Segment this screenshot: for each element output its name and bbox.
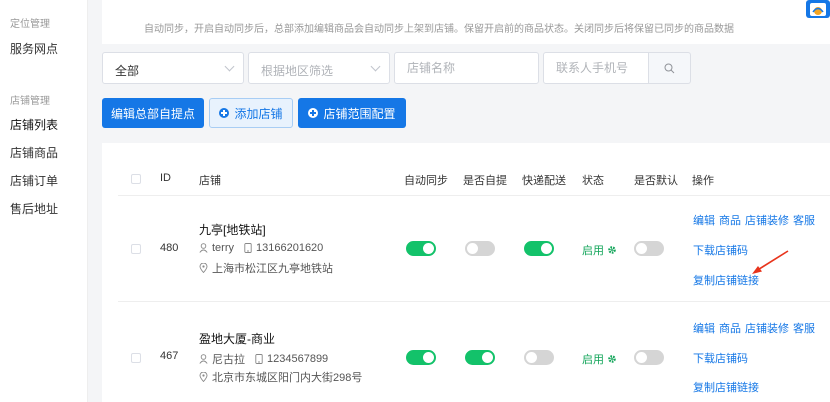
plus-circle-icon (219, 108, 230, 118)
edit-pickup-label: 编辑总部自提点 (110, 106, 195, 121)
address-text: 北京市东城区阳门内大街298号 (212, 372, 363, 384)
edit-link[interactable]: 编辑 (693, 320, 715, 336)
copy-link-link[interactable]: 复制店铺链接 (693, 379, 759, 395)
header-express: 快递配送 (522, 175, 566, 187)
sidebar: 定位管理 服务网点 店铺管理 店铺列表 店铺商品 店铺订单 售后地址 (0, 0, 88, 402)
search-icon (664, 63, 675, 74)
header-status: 状态 (582, 175, 604, 187)
phone-icon (255, 354, 263, 364)
status-badge[interactable]: 启用 (582, 242, 617, 258)
type-select[interactable]: 全部 (102, 52, 244, 84)
sidebar-group-store: 店铺管理 (10, 96, 50, 107)
store-name-field[interactable] (395, 53, 538, 83)
notice-text: 自动同步，开启自动同步后，总部添加编辑商品会自动同步上架到店铺。保留开启前的商品… (144, 24, 734, 35)
gear-icon (608, 246, 616, 254)
store-contact: terry 13166201620 (199, 242, 323, 254)
gear-icon (608, 355, 616, 363)
header-auto-sync: 自动同步 (404, 175, 448, 187)
chevron-down-icon (370, 61, 381, 72)
sidebar-item-store-orders[interactable]: 店铺订单 (10, 172, 58, 189)
row-actions: 编辑 商品 店铺装修 客服 (693, 320, 815, 336)
main-content: 自动同步，开启自动同步后，总部添加编辑商品会自动同步上架到店铺。保留开启前的商品… (88, 0, 830, 402)
table-row: 480 九亭[地铁站] terry 13166201620 上海市松江区九亭地铁… (118, 196, 830, 301)
default-toggle[interactable] (634, 241, 664, 256)
row-id: 480 (160, 242, 179, 254)
edit-pickup-button[interactable]: 编辑总部自提点 (102, 98, 204, 128)
default-toggle[interactable] (634, 350, 664, 365)
header-self-pickup: 是否自提 (463, 175, 507, 187)
add-store-button[interactable]: 添加店铺 (209, 98, 293, 128)
row-checkbox[interactable] (131, 353, 141, 363)
region-select-placeholder: 根据地区筛选 (261, 64, 334, 78)
customer-service-link[interactable]: 客服 (793, 212, 815, 228)
row-actions: 编辑 商品 店铺装修 客服 (693, 212, 815, 228)
store-name-input[interactable] (394, 52, 539, 84)
store-address: 北京市东城区阳门内大街298号 (199, 369, 362, 385)
status-badge[interactable]: 启用 (582, 351, 617, 367)
location-pin-icon (199, 263, 208, 273)
status-text: 启用 (582, 245, 604, 257)
contact-name: 尼古拉 (212, 354, 245, 366)
type-select-value: 全部 (115, 64, 140, 78)
contact-phone: 1234567899 (267, 353, 329, 365)
phone-icon (244, 243, 252, 253)
location-pin-icon (199, 372, 208, 382)
select-all-checkbox[interactable] (131, 174, 141, 184)
decorate-link[interactable]: 店铺装修 (745, 212, 789, 228)
store-address: 上海市松江区九亭地铁站 (199, 260, 333, 276)
annotation-arrow-icon (752, 250, 789, 274)
header-default: 是否默认 (634, 175, 678, 187)
store-range-label: 店铺范围配置 (323, 106, 396, 121)
notice-banner: 自动同步，开启自动同步后，总部添加编辑商品会自动同步上架到店铺。保留开启前的商品… (102, 0, 830, 44)
header-actions: 操作 (692, 175, 714, 187)
express-toggle[interactable] (524, 350, 554, 365)
chevron-down-icon (224, 61, 235, 72)
table-row: 467 盈地大厦-商业 尼古拉 1234567899 北京市东城区阳门内大街29… (118, 302, 830, 402)
decorate-link[interactable]: 店铺装修 (745, 320, 789, 336)
user-icon (199, 243, 208, 253)
address-text: 上海市松江区九亭地铁站 (212, 263, 333, 275)
auto-sync-toggle[interactable] (406, 241, 436, 256)
self-pickup-toggle[interactable] (465, 350, 495, 365)
app-logo-icon[interactable] (804, 0, 830, 18)
sidebar-item-aftersale-address[interactable]: 售后地址 (10, 200, 58, 217)
status-text: 启用 (582, 354, 604, 366)
store-table: ID 店铺 自动同步 是否自提 快递配送 状态 是否默认 操作 480 九亭[地… (102, 143, 830, 402)
store-range-button[interactable]: 店铺范围配置 (298, 98, 406, 128)
user-icon (199, 354, 208, 364)
header-store: 店铺 (199, 175, 221, 187)
contact-phone: 13166201620 (256, 242, 324, 254)
sidebar-item-service[interactable]: 服务网点 (10, 40, 58, 57)
row-id: 467 (160, 350, 179, 362)
sidebar-group-location: 定位管理 (10, 19, 50, 30)
phone-field[interactable] (544, 53, 648, 83)
auto-sync-toggle[interactable] (406, 350, 436, 365)
store-name: 盈地大厦-商业 (199, 332, 275, 346)
region-select[interactable]: 根据地区筛选 (248, 52, 390, 84)
phone-input[interactable] (543, 52, 649, 84)
plus-circle-icon (308, 108, 319, 118)
express-toggle[interactable] (524, 241, 554, 256)
add-store-label: 添加店铺 (234, 106, 283, 121)
store-contact: 尼古拉 1234567899 (199, 351, 328, 367)
store-name: 九亭[地铁站] (199, 223, 266, 237)
contact-name: terry (212, 242, 234, 254)
customer-service-link[interactable]: 客服 (793, 320, 815, 336)
edit-link[interactable]: 编辑 (693, 212, 715, 228)
download-code-link[interactable]: 下载店铺码 (693, 242, 748, 258)
sidebar-item-store-goods[interactable]: 店铺商品 (10, 144, 58, 161)
search-button[interactable] (649, 52, 691, 84)
download-code-link[interactable]: 下载店铺码 (693, 350, 748, 366)
self-pickup-toggle[interactable] (465, 241, 495, 256)
goods-link[interactable]: 商品 (719, 212, 741, 228)
header-id: ID (160, 172, 171, 184)
goods-link[interactable]: 商品 (719, 320, 741, 336)
row-checkbox[interactable] (131, 244, 141, 254)
sidebar-item-store-list[interactable]: 店铺列表 (10, 116, 58, 133)
